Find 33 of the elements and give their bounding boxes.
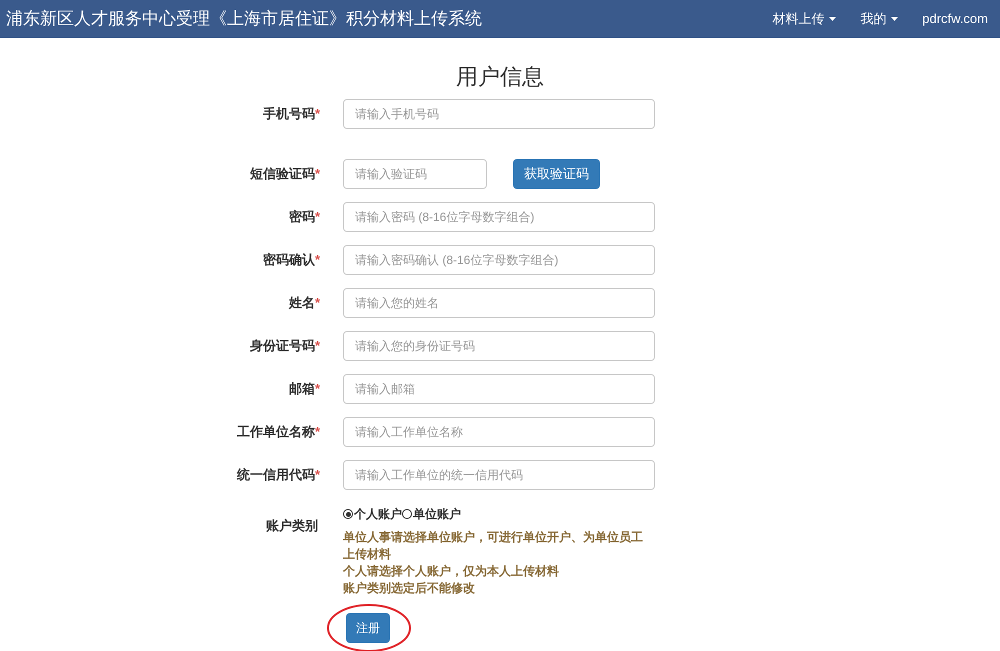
field-label: 工作单位名称*	[236, 423, 320, 442]
field-label: 手机号码*	[262, 105, 320, 124]
input-field[interactable]: 请输入验证码	[343, 159, 487, 189]
site-link[interactable]: pdrcfw.com	[922, 9, 988, 29]
register-button[interactable]: 注册	[346, 613, 390, 643]
input-field[interactable]: 请输入手机号码	[343, 99, 655, 129]
input-field[interactable]: 请输入密码确认 (8-16位字母数字组合)	[343, 245, 655, 275]
field-label: 短信验证码*	[250, 165, 320, 184]
radio-option[interactable]: 单位账户	[402, 505, 461, 523]
caret-icon	[829, 17, 836, 21]
caret-icon	[891, 17, 898, 21]
form-title: 用户信息	[456, 63, 545, 91]
note-text: 单位人事请选择单位账户，可进行单位开户、为单位员工上传材料	[343, 529, 643, 563]
input-field[interactable]: 请输入您的姓名	[343, 288, 655, 318]
input-field[interactable]: 请输入密码 (8-16位字母数字组合)	[343, 202, 655, 232]
nav-menu[interactable]: 我的	[860, 9, 898, 29]
get-code-button[interactable]: 获取验证码	[513, 159, 600, 189]
note-text: 个人请选择个人账户，仅为本人上传材料	[343, 563, 560, 580]
input-field[interactable]: 请输入工作单位的统一信用代码	[343, 460, 655, 490]
field-label: 统一信用代码*	[236, 466, 320, 484]
field-label: 邮箱*	[288, 380, 320, 398]
nav-menu[interactable]: 材料上传	[772, 9, 836, 29]
radio-option[interactable]: 个人账户	[343, 505, 402, 523]
field-label: 身份证号码*	[250, 337, 320, 356]
field-label: 姓名*	[288, 294, 320, 312]
input-field[interactable]: 请输入工作单位名称	[343, 417, 655, 447]
field-label: 账户类别	[266, 517, 318, 535]
site-title: 浦东新区人才服务中心受理《上海市居住证》积分材料上传系统	[6, 8, 482, 30]
field-label: 密码确认*	[262, 251, 320, 270]
field-label: 密码*	[288, 208, 320, 226]
input-field[interactable]: 请输入邮箱	[343, 374, 655, 404]
input-field[interactable]: 请输入您的身份证号码	[343, 331, 655, 361]
note-text: 账户类别选定后不能修改	[343, 580, 476, 597]
